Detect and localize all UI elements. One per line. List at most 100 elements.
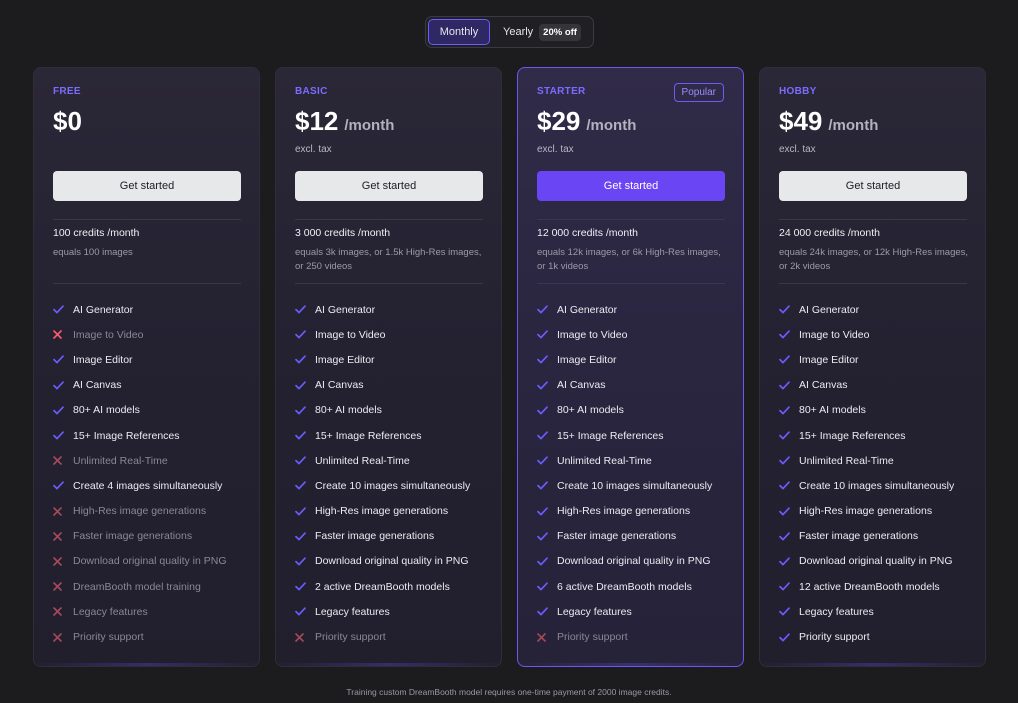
check-icon bbox=[53, 406, 73, 415]
feature-list: AI Generator Image to Video Image Editor AI… bbox=[295, 297, 470, 650]
feature-item: AI Generator bbox=[779, 297, 954, 322]
divider bbox=[295, 219, 483, 220]
divider bbox=[537, 219, 725, 220]
check-icon bbox=[779, 607, 799, 616]
price-row: $29/month bbox=[537, 106, 636, 137]
feature-label: Image Editor bbox=[315, 353, 375, 366]
feature-label: 12 active DreamBooth models bbox=[799, 580, 940, 593]
tax-note: excl. tax bbox=[537, 144, 574, 155]
price-row: $12/month bbox=[295, 106, 394, 137]
check-icon bbox=[537, 381, 557, 390]
feature-label: 15+ Image References bbox=[73, 429, 180, 442]
feature-item: DreamBooth model training bbox=[53, 574, 227, 599]
feature-item: Image Editor bbox=[779, 347, 954, 372]
feature-item: Image to Video bbox=[537, 322, 712, 347]
feature-item: Image Editor bbox=[295, 347, 470, 372]
feature-label: Image Editor bbox=[799, 353, 859, 366]
check-icon bbox=[537, 456, 557, 465]
feature-item: Unlimited Real-Time bbox=[779, 448, 954, 473]
feature-label: Unlimited Real-Time bbox=[557, 454, 652, 467]
feature-item: Legacy features bbox=[53, 599, 227, 624]
check-icon bbox=[779, 632, 799, 642]
check-icon bbox=[295, 330, 315, 339]
billing-yearly-option[interactable]: Yearly 20% off bbox=[490, 19, 581, 45]
feature-label: High-Res image generations bbox=[73, 505, 207, 518]
dreambooth-footnote: Training custom DreamBooth model require… bbox=[346, 687, 672, 697]
cross-icon bbox=[53, 582, 73, 591]
plan-name: STARTER bbox=[537, 86, 586, 97]
feature-item: AI Canvas bbox=[779, 373, 954, 398]
check-icon bbox=[295, 607, 315, 616]
feature-item: Unlimited Real-Time bbox=[53, 448, 227, 473]
check-icon bbox=[537, 305, 557, 314]
check-icon bbox=[779, 557, 799, 566]
popular-badge: Popular bbox=[673, 83, 724, 102]
feature-label: Image to Video bbox=[315, 328, 386, 341]
feature-item: Legacy features bbox=[537, 599, 712, 624]
feature-label: Legacy features bbox=[799, 605, 874, 618]
feature-item: Image to Video bbox=[295, 322, 470, 347]
check-icon bbox=[779, 355, 799, 364]
check-icon bbox=[779, 330, 799, 339]
check-icon bbox=[295, 557, 315, 566]
divider bbox=[53, 283, 241, 284]
feature-label: AI Canvas bbox=[315, 379, 364, 392]
feature-item: 80+ AI models bbox=[779, 398, 954, 423]
feature-label: AI Canvas bbox=[73, 379, 122, 392]
plan-credits-note: equals 24k images, or 12k High-Res image… bbox=[779, 247, 969, 272]
feature-item: Priority support bbox=[295, 624, 470, 649]
billing-monthly-label: Monthly bbox=[439, 26, 479, 38]
cross-icon bbox=[53, 607, 73, 617]
pricing-card-free: FREE $0 Get started 100 credits /month equal… bbox=[33, 67, 260, 667]
get-started-button[interactable]: Get started bbox=[53, 171, 241, 201]
feature-item: Priority support bbox=[779, 624, 954, 649]
cross-icon bbox=[53, 506, 73, 516]
check-icon bbox=[537, 607, 557, 616]
feature-label: 15+ Image References bbox=[315, 429, 422, 442]
plan-credits: 12 000 credits /month bbox=[537, 227, 638, 239]
cross-icon bbox=[53, 330, 73, 340]
feature-label: 80+ AI models bbox=[315, 404, 382, 417]
feature-label: 80+ AI models bbox=[799, 404, 866, 417]
feature-item: AI Generator bbox=[537, 297, 712, 322]
divider bbox=[53, 219, 241, 220]
pricing-card-hobby: HOBBY $49/month excl. tax Get started 24 000… bbox=[759, 67, 986, 667]
feature-item: Unlimited Real-Time bbox=[295, 448, 470, 473]
plan-credits-note: equals 12k images, or 6k High-Res images… bbox=[537, 247, 721, 272]
feature-label: AI Canvas bbox=[557, 379, 606, 392]
check-icon bbox=[53, 355, 73, 364]
feature-label: AI Generator bbox=[73, 303, 134, 316]
plan-credits-note: equals 3k images, or 1.5k High-Res image… bbox=[295, 247, 482, 272]
price-row: $49/month bbox=[779, 106, 878, 137]
feature-label: 2 active DreamBooth models bbox=[315, 580, 450, 593]
feature-item: High-Res image generations bbox=[537, 499, 712, 524]
pricing-card-starter: STARTER Popular $29/month excl. tax Get star… bbox=[517, 67, 744, 667]
plan-name: FREE bbox=[53, 86, 81, 97]
get-started-button[interactable]: Get started bbox=[537, 171, 725, 201]
get-started-button[interactable]: Get started bbox=[779, 171, 967, 201]
feature-label: Faster image generations bbox=[799, 530, 919, 543]
feature-item: AI Canvas bbox=[537, 373, 712, 398]
feature-item: 80+ AI models bbox=[295, 398, 470, 423]
tax-note: excl. tax bbox=[779, 144, 816, 155]
feature-label: Faster image generations bbox=[73, 530, 193, 543]
feature-item: Download original quality in PNG bbox=[779, 549, 954, 574]
billing-monthly-option[interactable]: Monthly bbox=[428, 19, 490, 45]
feature-label: Faster image generations bbox=[315, 530, 435, 543]
feature-label: 6 active DreamBooth models bbox=[557, 580, 692, 593]
feature-item: Priority support bbox=[537, 624, 712, 649]
feature-item: Legacy features bbox=[779, 599, 954, 624]
plan-credits: 24 000 credits /month bbox=[779, 227, 880, 239]
feature-list: AI Generator Image to Video Image Editor AI… bbox=[779, 297, 954, 650]
feature-label: Priority support bbox=[73, 631, 144, 644]
check-icon bbox=[295, 355, 315, 364]
check-icon bbox=[779, 305, 799, 314]
feature-label: High-Res image generations bbox=[799, 505, 933, 518]
divider bbox=[779, 219, 967, 220]
feature-item: Download original quality in PNG bbox=[53, 549, 227, 574]
check-icon bbox=[53, 431, 73, 440]
feature-label: Faster image generations bbox=[557, 530, 677, 543]
get-started-button[interactable]: Get started bbox=[295, 171, 483, 201]
cross-icon bbox=[537, 632, 557, 642]
feature-item: Download original quality in PNG bbox=[537, 549, 712, 574]
